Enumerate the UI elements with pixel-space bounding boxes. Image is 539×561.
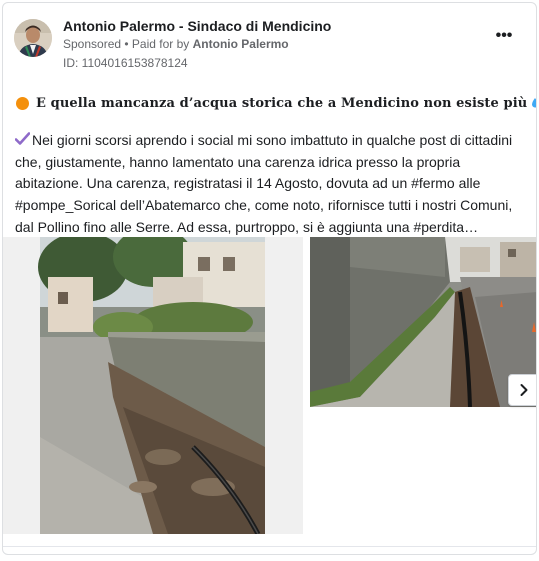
paid-for-name[interactable]: Antonio Palermo — [193, 37, 289, 51]
paid-for-label: Paid for by — [131, 37, 193, 51]
carousel-image-1[interactable] — [3, 227, 303, 536]
card-footer-divider — [3, 546, 536, 547]
body-line-3: abitazione. Una carenza, registratasi il… — [15, 175, 481, 192]
body-line-4: #pompe_Sorical dell’Abatemarco che, come… — [15, 197, 513, 214]
check-mark-icon — [15, 132, 30, 145]
trench-wall-photo — [310, 237, 536, 408]
more-options-icon[interactable]: ••• — [492, 28, 516, 47]
sweat-droplets-icon — [532, 98, 536, 108]
ad-id: ID: 1104016153878124 — [63, 56, 188, 70]
separator-dot: • — [121, 37, 132, 51]
sponsored-label[interactable]: Sponsored — [63, 37, 121, 51]
avatar-photo — [14, 19, 52, 57]
headline-text: E quella mancanza d’acqua storica che a … — [36, 95, 528, 111]
orange-circle-icon — [16, 96, 29, 110]
sponsored-post-card: Antonio Palermo - Sindaco di Mendicino S… — [2, 2, 537, 555]
chevron-right-icon — [520, 384, 528, 396]
street-trench-photo — [3, 227, 303, 536]
body-line-5: dal Pollino fino alle Serre. Ad essa, pu… — [15, 218, 479, 235]
page-avatar[interactable] — [14, 19, 52, 57]
body-line-2: che, giustamente, hanno lamentato una ca… — [15, 153, 461, 170]
post-headline: E quella mancanza d’acqua storica che a … — [16, 93, 536, 113]
post-header: Antonio Palermo - Sindaco di Mendicino S… — [13, 15, 526, 73]
carousel-next-button[interactable] — [508, 374, 536, 406]
carousel-image-2[interactable] — [310, 237, 536, 408]
page-name-link[interactable]: Antonio Palermo - Sindaco di Mendicino — [63, 18, 331, 34]
media-carousel — [3, 227, 536, 539]
sponsored-line: Sponsored • Paid for by Antonio Palermo — [63, 37, 289, 51]
body-line-1: Nei giorni scorsi aprendo i social mi so… — [15, 130, 526, 152]
post-body: Nei giorni scorsi aprendo i social mi so… — [15, 130, 526, 239]
